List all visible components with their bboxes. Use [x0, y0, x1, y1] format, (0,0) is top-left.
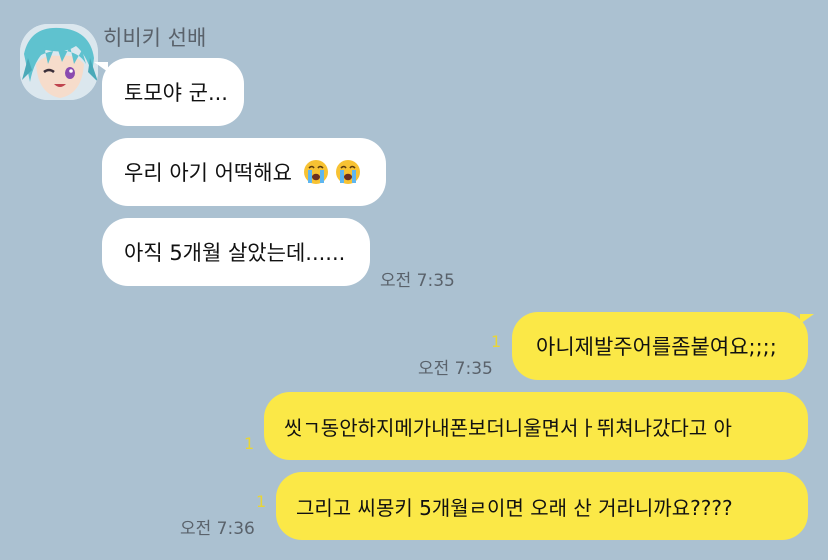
- message-text: 그리고 씨몽키 5개월ㄹ이면 오래 산 거라니까요????: [296, 495, 733, 520]
- message-text: 아직 5개월 살았는데......: [124, 241, 346, 265]
- anime-character-avatar-icon: [20, 24, 98, 100]
- unread-count: 1: [244, 434, 255, 453]
- loudly-crying-face-icon: [303, 160, 328, 184]
- avatar[interactable]: [20, 24, 98, 100]
- incoming-message[interactable]: 아직 5개월 살았는데......: [102, 218, 370, 286]
- unread-count: 1: [491, 332, 502, 351]
- message-time: 오전 7:35: [418, 359, 493, 379]
- incoming-message[interactable]: 우리 아기 어떡해요: [102, 138, 386, 206]
- message-time: 오전 7:36: [180, 519, 255, 539]
- message-text: 우리 아기 어떡해요: [124, 157, 361, 187]
- message-time: 오전 7:35: [380, 271, 455, 291]
- message-text: 씻ㄱ동안하지메가내폰보더니울면서ㅏ뛰쳐나갔다고 아: [284, 415, 732, 440]
- message-text: 토모야 군...: [124, 81, 228, 105]
- outgoing-message[interactable]: 그리고 씨몽키 5개월ㄹ이면 오래 산 거라니까요????: [276, 472, 808, 540]
- message-text: 아니제발주어를좀붙여요;;;;: [536, 335, 777, 359]
- outgoing-message[interactable]: 아니제발주어를좀붙여요;;;;: [512, 312, 808, 380]
- sender-name: 히비키 선배: [103, 26, 207, 50]
- loudly-crying-face-icon: [336, 160, 361, 184]
- outgoing-message[interactable]: 씻ㄱ동안하지메가내폰보더니울면서ㅏ뛰쳐나갔다고 아: [264, 392, 808, 460]
- incoming-message[interactable]: 토모야 군...: [102, 58, 244, 126]
- unread-count: 1: [256, 492, 267, 511]
